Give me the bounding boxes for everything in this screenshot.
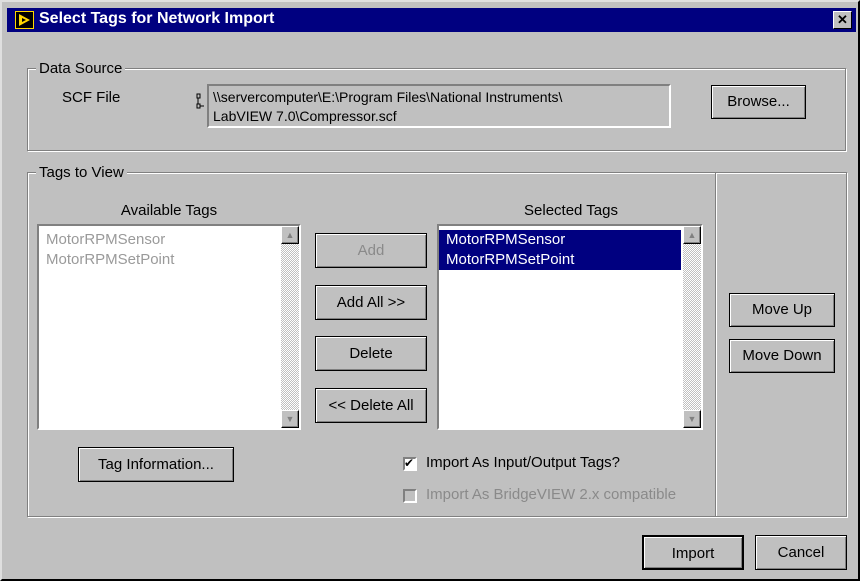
selected-tags-list[interactable]: MotorRPMSensor MotorRPMSetPoint ▲ ▼ <box>437 224 703 430</box>
delete-all-button[interactable]: << Delete All <box>315 388 427 423</box>
add-button[interactable]: Add <box>315 233 427 268</box>
import-io-checkbox[interactable]: ✔ <box>403 456 417 471</box>
close-button[interactable]: ✕ <box>833 11 852 29</box>
available-tag-item[interactable]: MotorRPMSetPoint <box>39 250 279 270</box>
labview-app-icon <box>15 11 34 29</box>
import-io-label[interactable]: Import As Input/Output Tags? <box>426 454 620 471</box>
tag-information-button[interactable]: Tag Information... <box>78 447 234 482</box>
cancel-button[interactable]: Cancel <box>755 535 847 570</box>
title-bar[interactable]: Select Tags for Network Import ✕ <box>7 8 856 32</box>
available-tags-scrollbar[interactable] <box>281 226 299 428</box>
window-title: Select Tags for Network Import <box>39 10 275 27</box>
scroll-down-icon[interactable]: ▼ <box>683 410 701 428</box>
browse-button[interactable]: Browse... <box>711 85 806 119</box>
selected-tag-item[interactable]: MotorRPMSetPoint <box>439 250 681 270</box>
data-source-legend: Data Source <box>36 60 126 77</box>
scroll-down-icon[interactable]: ▼ <box>281 410 299 428</box>
add-all-button[interactable]: Add All >> <box>315 285 427 320</box>
scf-file-label: SCF File <box>62 89 121 106</box>
available-tags-header: Available Tags <box>120 202 218 219</box>
checkmark-icon: ✔ <box>404 456 415 470</box>
scroll-up-icon[interactable]: ▲ <box>683 226 701 244</box>
selected-tags-scrollbar[interactable] <box>683 226 701 428</box>
selected-tag-item[interactable]: MotorRPMSensor <box>439 230 681 250</box>
tags-to-view-legend: Tags to View <box>36 164 127 181</box>
selected-tags-header: Selected Tags <box>524 202 618 219</box>
import-bridgeview-checkbox[interactable] <box>403 489 417 503</box>
available-tags-list[interactable]: MotorRPMSensor MotorRPMSetPoint ▲ ▼ <box>37 224 301 430</box>
import-button[interactable]: Import <box>642 535 744 570</box>
scf-path-line1: \\servercomputer\E:\Program Files\Nation… <box>213 89 563 105</box>
import-bridgeview-label[interactable]: Import As BridgeVIEW 2.x compatible <box>426 486 676 503</box>
scf-path-field[interactable]: \\servercomputer\E:\Program Files\Nation… <box>207 84 671 128</box>
available-tag-item[interactable]: MotorRPMSensor <box>39 230 279 250</box>
move-up-button[interactable]: Move Up <box>729 293 835 327</box>
scroll-up-icon[interactable]: ▲ <box>281 226 299 244</box>
move-down-button[interactable]: Move Down <box>729 339 835 373</box>
tags-group-divider <box>715 173 716 516</box>
delete-button[interactable]: Delete <box>315 336 427 371</box>
scf-path-line2: LabVIEW 7.0\Compressor.scf <box>213 108 397 124</box>
dialog-window: Select Tags for Network Import ✕ Data So… <box>0 0 860 581</box>
